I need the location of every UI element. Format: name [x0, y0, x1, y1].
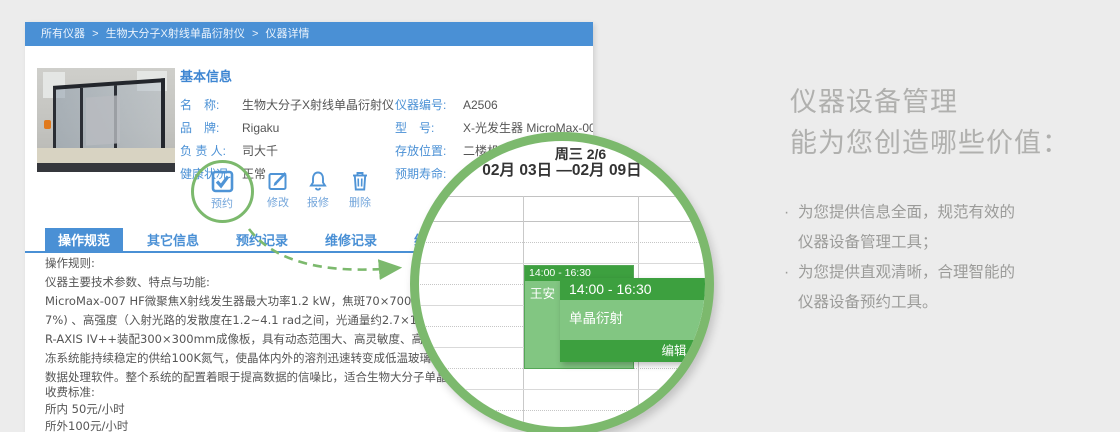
- fee-standard-text: 收费标准: 所内 50元/小时 所外100元/小时: [45, 384, 128, 432]
- field-value: A2506: [463, 98, 498, 112]
- tab-maintenance-records[interactable]: 维修记录: [312, 228, 390, 253]
- basic-info-title: 基本信息: [180, 69, 233, 84]
- field-label: 名 称:: [180, 98, 220, 112]
- tab-reservation-records[interactable]: 预约记录: [223, 228, 301, 253]
- bullet-text: 仪器设备预约工具。: [798, 294, 938, 311]
- breadcrumb-separator: >: [251, 28, 259, 40]
- field-label: 负 责 人:: [180, 144, 227, 158]
- calendar-day-thu[interactable]: 周四: [638, 141, 705, 167]
- bullet-dot: ·: [784, 264, 790, 281]
- breadcrumb-detail: 仪器详情: [265, 28, 310, 40]
- popup-event-name: 单晶衍射: [560, 300, 705, 340]
- report-repair-label: 报修: [307, 197, 329, 209]
- bullet-item-2: · 为您提供直观清晰，合理智能的 仪器设备预约工具。: [784, 258, 1015, 318]
- bullet-item-1: · 为您提供信息全面，规范有效的 仪器设备管理工具；: [784, 198, 1015, 258]
- fee-title: 收费标准:: [45, 385, 95, 399]
- tab-other-info[interactable]: 其它信息: [134, 228, 212, 253]
- photo-shape: [86, 95, 120, 146]
- popup-edit-button[interactable]: 编辑: [662, 344, 687, 358]
- field-brand: 品 牌: Rigaku: [180, 117, 395, 140]
- tab-operation-rules[interactable]: 操作规范: [45, 228, 124, 253]
- photo-shape: [44, 120, 51, 129]
- bullet-text: 为您提供信息全面，规范有效的: [798, 204, 1016, 221]
- breadcrumb-all-instruments[interactable]: 所有仪器: [41, 28, 85, 40]
- marketing-bullets: · 为您提供信息全面，规范有效的 仪器设备管理工具； · 为您提供直观清晰，合理智能…: [784, 198, 1015, 318]
- reservation-popup: 14:00 - 16:30 单晶衍射 编辑 取消: [560, 278, 705, 362]
- breadcrumb-separator: >: [92, 28, 99, 40]
- instrument-photo: [37, 68, 175, 172]
- repair-bell-icon: [309, 171, 327, 191]
- calendar-slot[interactable]: [419, 369, 705, 390]
- fee-line-external: 所外100元/小时: [45, 419, 129, 432]
- marketing-headline: 仪器设备管理 能为您创造哪些价值：: [790, 82, 1070, 164]
- reserve-button[interactable]: 预约: [199, 170, 245, 211]
- calendar-slot[interactable]: [419, 390, 705, 411]
- bullet-text: 为您提供直观清晰，合理智能的: [798, 264, 1016, 281]
- field-label: 品 牌:: [180, 121, 220, 135]
- photo-shape: [37, 163, 175, 172]
- calendar-slot[interactable]: [419, 243, 705, 264]
- delete-trash-icon: [353, 172, 367, 191]
- reserve-label: 预约: [211, 198, 233, 210]
- bullet-text: 仪器设备管理工具；: [798, 234, 938, 251]
- breadcrumb: 所有仪器 > 生物大分子X射线单晶衍射仪 > 仪器详情: [25, 22, 593, 46]
- delete-button[interactable]: 删除: [337, 170, 383, 210]
- delete-label: 删除: [349, 197, 371, 209]
- breadcrumb-instrument[interactable]: 生物大分子X射线单晶衍射仪: [106, 28, 245, 40]
- popup-actions: 编辑 取消: [560, 340, 705, 362]
- popup-time: 14:00 - 16:30: [560, 278, 705, 300]
- field-label: 型 号:: [395, 121, 435, 135]
- report-repair-button[interactable]: 报修: [295, 170, 341, 210]
- calendar-day-wed[interactable]: 周三 2/6: [523, 141, 638, 167]
- magnifier-circle: 02月 03日 —02月 09日 周二 2/5 周三 2/6 周四 14:00 …: [410, 132, 714, 432]
- calendar-day-tue[interactable]: 周二 2/5: [419, 141, 523, 167]
- calendar-slot[interactable]: [419, 222, 705, 243]
- fee-line-internal: 所内 50元/小时: [45, 402, 125, 416]
- photo-glass-case: [53, 78, 165, 156]
- headline-line1: 仪器设备管理: [790, 87, 958, 117]
- photo-shape: [80, 87, 83, 155]
- photo-shape: [37, 148, 175, 164]
- field-manager: 负 责 人: 司大千: [180, 140, 395, 163]
- popup-cancel-button[interactable]: 取消: [698, 344, 705, 358]
- field-serial: 仪器编号: A2506: [395, 94, 593, 117]
- reserve-checkbox-icon: [211, 170, 233, 193]
- edit-pencil-icon: [268, 172, 287, 190]
- field-label: 仪器编号:: [395, 98, 447, 112]
- headline-line2: 能为您创造哪些价值：: [790, 128, 1070, 158]
- field-value: 生物大分子X射线单晶衍射仪: [242, 98, 395, 112]
- field-name: 名 称: 生物大分子X射线单晶衍射仪: [180, 94, 395, 117]
- field-value: Rigaku: [242, 121, 280, 135]
- calendar-header-row: [419, 196, 705, 222]
- bullet-dot: ·: [784, 204, 790, 221]
- field-value: 司大千: [242, 144, 279, 158]
